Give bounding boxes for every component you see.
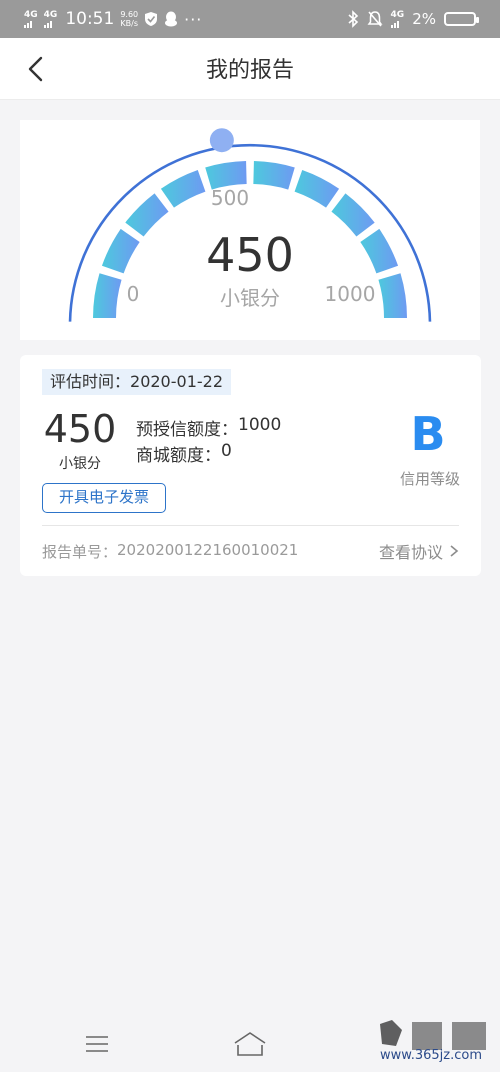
shield-icon [145, 12, 158, 26]
menu-icon[interactable] [85, 1034, 109, 1054]
pre-credit-value: 1000 [238, 415, 282, 435]
gauge-indicator-knob [209, 128, 234, 153]
qq-penguin-icon [165, 11, 178, 27]
view-agreement-link[interactable]: 查看协议 [379, 539, 459, 563]
divider [42, 525, 459, 526]
gauge-segment [378, 273, 407, 318]
status-bar: 4G 4G 10:51 9.60 KB/s ··· 4G 2% [0, 0, 500, 38]
issue-e-invoice-button[interactable]: 开具电子发票 [42, 483, 166, 513]
mall-limit: 商城额度： 0 [136, 441, 232, 466]
gauge-segment [294, 169, 340, 208]
gauge-mid-label: 500 [210, 186, 250, 210]
gauge-score-label: 小银分 [220, 286, 280, 310]
home-icon[interactable] [232, 1030, 268, 1058]
signal-icon: 4G [390, 9, 405, 28]
gauge-score: 450 [206, 228, 294, 282]
evaluation-date: 2020-01-22 [130, 372, 223, 391]
gauge-segment [101, 228, 140, 274]
chevron-right-icon [450, 545, 459, 557]
page-title: 我的报告 [205, 58, 294, 83]
top-nav-bar: 我的报告 [0, 38, 500, 100]
battery-icon [444, 12, 479, 26]
network-type: 4G [390, 9, 405, 20]
report-number: 报告单号： 2020200122160010021 [42, 541, 299, 561]
gauge-segment [331, 193, 375, 237]
bell-muted-icon [367, 11, 383, 27]
signal-icon: 4G [24, 9, 38, 28]
gauge-segment [160, 169, 206, 208]
pre-credit-limit: 预授信额度： 1000 [136, 415, 282, 440]
watermark-url: www.365jz.com [380, 1048, 482, 1063]
battery-percent: 2% [412, 10, 436, 28]
black-cat-watermark-logo [380, 1020, 486, 1050]
gauge-segment [125, 193, 169, 237]
score-value: 450 [43, 407, 117, 451]
score-label: 小银分 [59, 456, 101, 472]
report-number-value: 2020200122160010021 [117, 541, 299, 559]
network-speed: 9.60 KB/s [120, 10, 139, 28]
network-type: 4G [43, 9, 58, 20]
credit-grade-label: 信用等级 [399, 470, 460, 488]
gauge-segment [360, 228, 399, 274]
credit-grade: B [410, 407, 446, 461]
evaluation-time-tag: 评估时间： 2020-01-22 [42, 369, 231, 395]
clock: 10:51 [65, 9, 115, 29]
mall-limit-value: 0 [221, 441, 232, 461]
gauge-max-label: 1000 [324, 282, 376, 306]
network-type: 4G [24, 9, 38, 20]
more-notifications-icon: ··· [184, 9, 203, 29]
signal-icon: 4G [43, 9, 58, 28]
gauge-min-label: 0 [126, 282, 140, 306]
bluetooth-icon [348, 10, 358, 28]
report-card: 评估时间： 2020-01-22 450 小银分 预授信额度： 1000 商城额… [20, 355, 481, 576]
